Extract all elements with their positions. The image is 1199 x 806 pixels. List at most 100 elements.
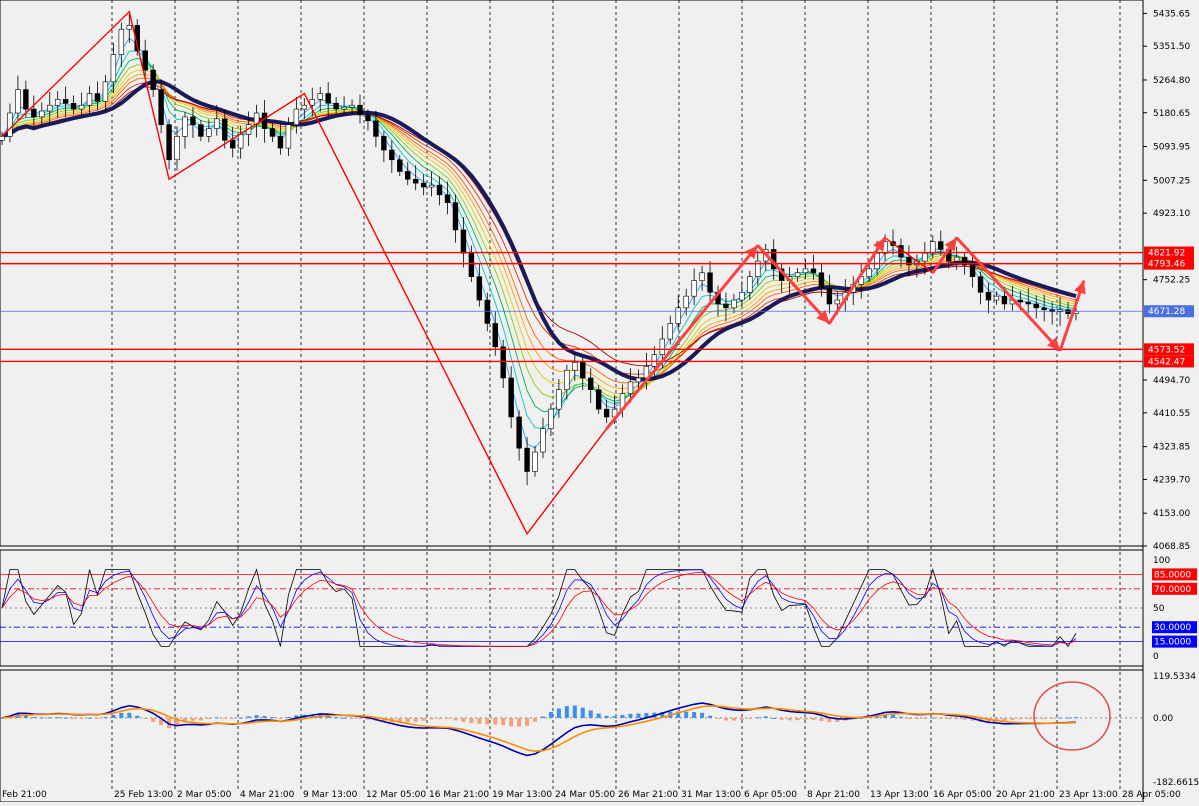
candle-body [460, 229, 467, 254]
macd-histogram-bar [55, 717, 60, 719]
candle-body [317, 93, 323, 100]
price-tick-label: 4153.00 [1153, 509, 1190, 519]
macd-histogram-bar [135, 715, 140, 718]
oscillator-level-label: 70.0000 [1154, 585, 1191, 595]
macd-histogram-bar [95, 717, 100, 719]
price-tick-label: 4239.70 [1153, 475, 1190, 485]
macd-histogram-bar [127, 712, 132, 718]
candle-body [826, 288, 833, 305]
macd-tick-label: 119.5334 [1153, 672, 1196, 682]
macd-histogram-bar [437, 717, 442, 720]
macd-histogram-bar [962, 717, 967, 720]
candle-body [39, 110, 45, 118]
macd-histogram-bar [739, 717, 744, 721]
candle-body [675, 307, 681, 324]
candle-body [293, 108, 300, 125]
candle-body [301, 104, 308, 110]
candle-body [516, 416, 522, 449]
candle-body [333, 102, 339, 110]
candle-body [524, 447, 530, 472]
candle-body [548, 408, 554, 429]
macd-histogram-bar [278, 717, 283, 719]
candle-body [1065, 309, 1071, 314]
macd-histogram-bar [580, 707, 585, 718]
date-tick-label: 28 Apr 05:00 [1122, 790, 1181, 800]
macd-histogram-bar [421, 717, 426, 721]
macd-histogram-bar [445, 717, 450, 720]
candle-body [428, 184, 435, 188]
macd-tick-label: -182.6615 [1153, 778, 1199, 788]
chart-canvas[interactable]: 4821.924793.46 4671.28 4573.52 4542.47 5435.… [0, 0, 1199, 803]
macd-histogram-bar [1074, 717, 1078, 719]
macd-tick-label: 0.00 [1153, 714, 1173, 724]
macd-histogram-bar [684, 711, 689, 718]
macd-histogram-bar [270, 717, 275, 719]
candle-body [484, 299, 490, 324]
candle-body [667, 323, 673, 340]
macd-histogram-bar [620, 714, 625, 718]
candle-body [214, 118, 220, 129]
candle-body [222, 118, 228, 141]
candle-body [969, 264, 976, 277]
macd-histogram-bar [811, 717, 816, 720]
candle-body [1025, 301, 1031, 305]
candle-body [699, 272, 705, 281]
candle-body [476, 276, 483, 301]
macd-histogram-bar [1058, 717, 1063, 719]
macd-histogram-bar [119, 712, 124, 718]
macd-histogram-bar [747, 717, 752, 719]
macd-histogram-bar [493, 717, 498, 725]
macd-histogram-bar [206, 717, 211, 719]
candle-body [182, 116, 188, 137]
price-tick-label: 5264.80 [1153, 76, 1190, 86]
price-level-label: 4542.47 [1148, 357, 1185, 367]
macd-histogram-bar [405, 717, 410, 723]
macd-histogram-bar [636, 713, 641, 718]
macd-histogram-bar [103, 717, 108, 719]
candle-body [468, 252, 475, 277]
macd-histogram-bar [954, 717, 959, 720]
macd-histogram-bar [517, 717, 522, 727]
candle-body [341, 106, 347, 110]
macd-histogram-bar [469, 717, 474, 724]
macd-histogram-bar [63, 717, 68, 719]
price-level-label: 4573.52 [1148, 345, 1185, 355]
candle-body [834, 299, 841, 305]
macd-histogram-bar [214, 717, 219, 719]
candle-body [118, 28, 125, 55]
candle-body [1041, 307, 1047, 311]
candle-body [866, 268, 872, 277]
candle-body [603, 408, 610, 418]
candle-body [691, 280, 697, 297]
candle-body [102, 81, 109, 102]
macd-histogram-bar [1002, 717, 1007, 721]
price-level-label: 4793.46 [1148, 260, 1185, 270]
candle-body [532, 451, 538, 472]
candle-body [938, 241, 944, 250]
macd-histogram-bar [771, 717, 776, 719]
candle-body [1033, 303, 1039, 309]
macd-histogram-bar [548, 711, 553, 718]
candle-body [62, 99, 69, 104]
macd-histogram-bar [71, 717, 76, 719]
candle-body [564, 369, 570, 390]
candle-body [285, 124, 292, 149]
date-tick-label: 31 Mar 13:00 [681, 790, 741, 800]
candle-body [54, 99, 61, 106]
candle-body [500, 346, 506, 379]
macd-histogram-bar [787, 717, 792, 721]
macd-histogram-bar [716, 717, 720, 719]
candle-body [977, 276, 984, 293]
candle-body [572, 362, 578, 371]
candle-body [142, 50, 148, 71]
price-level-label: 4671.28 [1148, 307, 1185, 317]
macd-histogram-bar [556, 708, 561, 718]
candle-body [110, 54, 117, 83]
candle-body [365, 114, 371, 122]
candle-body [1017, 299, 1024, 303]
macd-histogram-bar [946, 717, 951, 720]
date-tick-label: 16 Mar 21:00 [429, 790, 489, 800]
candle-body [381, 136, 387, 151]
macd-histogram-bar [700, 712, 705, 718]
date-tick-label: 24 Mar 05:00 [555, 790, 615, 800]
